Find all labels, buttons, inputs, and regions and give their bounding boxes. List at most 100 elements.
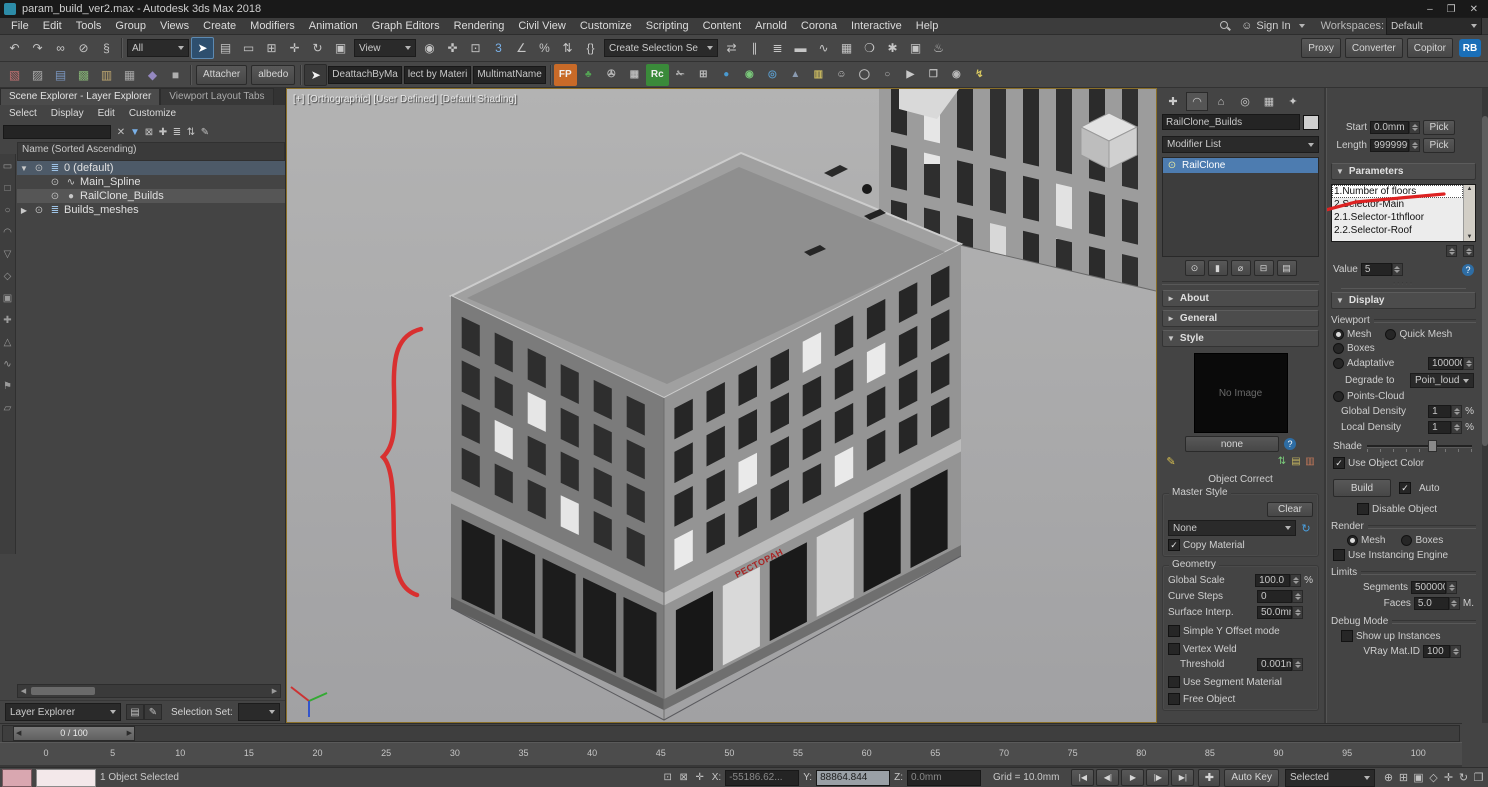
- layer-list-icon[interactable]: ≣: [170, 126, 184, 138]
- parameter-list-item[interactable]: 2.1.Selector-1thfloor: [1332, 211, 1463, 224]
- mesh-radio[interactable]: [1333, 329, 1344, 340]
- expand-arrow-icon[interactable]: ▼: [19, 164, 29, 173]
- zoom-region-icon[interactable]: ◇: [1426, 772, 1441, 784]
- minimize-button[interactable]: –: [1427, 4, 1433, 15]
- previous-frame-button[interactable]: ◀|: [1096, 769, 1119, 786]
- menu-item[interactable]: Create: [196, 19, 243, 33]
- local-density-spinner[interactable]: 1: [1428, 421, 1462, 434]
- select-by-name-icon[interactable]: ▤: [214, 37, 237, 59]
- simple-y-offset-checkbox[interactable]: [1168, 625, 1180, 637]
- forest-tree-icon[interactable]: ♣: [577, 64, 600, 86]
- rb-button[interactable]: RB: [1459, 39, 1481, 57]
- style-map-button[interactable]: none: [1185, 436, 1279, 452]
- shade-slider-handle[interactable]: [1428, 440, 1437, 452]
- layer-explorer-toggle-icon[interactable]: ≣: [766, 37, 789, 59]
- sign-in-button[interactable]: ☺ Sign In: [1241, 20, 1304, 32]
- orbit-icon[interactable]: ↻: [1456, 772, 1471, 784]
- display-toggle-icon-7[interactable]: ▣: [1, 292, 15, 304]
- viewport[interactable]: РЕСТОРАН [+] [Orthographic] [User Define…: [286, 88, 1157, 723]
- explorer-edit-icon[interactable]: ✎: [144, 704, 162, 720]
- person-icon[interactable]: ☺: [830, 64, 853, 86]
- menu-item[interactable]: Customize: [573, 19, 639, 33]
- start-pick-button[interactable]: Pick: [1423, 120, 1455, 135]
- named-selection-sets-icon[interactable]: {}: [579, 37, 602, 59]
- menu-item[interactable]: Graph Editors: [365, 19, 447, 33]
- parameters-help-icon[interactable]: ?: [1462, 264, 1474, 276]
- select-and-scale-icon[interactable]: ▣: [329, 37, 352, 59]
- use-segment-material-checkbox[interactable]: [1168, 676, 1180, 688]
- use-pivot-point-icon[interactable]: ◉: [418, 37, 441, 59]
- zoom-extents-icon[interactable]: ▣: [1411, 772, 1426, 784]
- configure-modifier-sets-icon[interactable]: ▤: [1277, 260, 1297, 276]
- style-sync-icon[interactable]: ⇅: [1275, 455, 1289, 467]
- points-cloud-radio[interactable]: [1333, 391, 1344, 402]
- time-slider-track[interactable]: ◀ 0 / 100 ▶: [2, 725, 1460, 742]
- menu-item[interactable]: Civil View: [511, 19, 572, 33]
- value-spinner[interactable]: 5: [1361, 263, 1403, 276]
- explorer-menu-item[interactable]: Edit: [91, 107, 122, 120]
- clear-search-icon[interactable]: ✕: [114, 126, 128, 138]
- reference-coordinate-dropdown[interactable]: View: [354, 39, 416, 57]
- menu-item[interactable]: Scripting: [639, 19, 696, 33]
- motion-tab-icon[interactable]: ◎: [1234, 92, 1256, 111]
- menu-item[interactable]: Rendering: [447, 19, 512, 33]
- cut-tool-icon[interactable]: ✁: [669, 64, 692, 86]
- maxscript-listener-line[interactable]: [36, 769, 96, 787]
- global-density-spinner[interactable]: 1: [1428, 405, 1462, 418]
- render-production-icon[interactable]: ♨: [927, 37, 950, 59]
- select-and-link-icon[interactable]: ∞: [49, 37, 72, 59]
- visibility-eye-icon[interactable]: ⊙: [48, 176, 62, 188]
- converter-button[interactable]: Converter: [1345, 38, 1403, 58]
- sort-header[interactable]: Name (Sorted Ascending): [17, 142, 285, 161]
- vray-matid-spinner[interactable]: 100: [1423, 645, 1461, 658]
- style-help-icon[interactable]: ?: [1284, 438, 1296, 450]
- workspace-dropdown[interactable]: Default: [1386, 17, 1482, 35]
- lightning-icon[interactable]: ↯: [968, 64, 991, 86]
- search-icon[interactable]: [1220, 21, 1231, 32]
- maximize-button[interactable]: ❐: [1447, 4, 1456, 15]
- explorer-search-input[interactable]: [3, 125, 111, 139]
- time-slider-handle[interactable]: ◀ 0 / 100 ▶: [13, 726, 135, 741]
- adaptative-radio[interactable]: [1333, 358, 1344, 369]
- surface-interp-spinner[interactable]: 50.0mm: [1257, 606, 1303, 619]
- display-toggle-icon-5[interactable]: ▽: [1, 248, 15, 260]
- pan-icon[interactable]: ✛: [1441, 772, 1456, 784]
- hammer-icon[interactable]: ✇: [600, 64, 623, 86]
- y-coordinate-field[interactable]: 88864.844: [816, 770, 890, 786]
- deattach-by-material-button[interactable]: DeattachByMa: [328, 66, 402, 84]
- make-unique-icon[interactable]: ⌀: [1231, 260, 1251, 276]
- plugin-icon-2[interactable]: ▨: [26, 64, 49, 86]
- build-button[interactable]: Build: [1333, 479, 1391, 497]
- plugin-icon-1[interactable]: ▧: [3, 64, 26, 86]
- display-toggle-icon-3[interactable]: ○: [1, 204, 15, 216]
- redo-icon[interactable]: ↷: [26, 37, 49, 59]
- object-name-field[interactable]: RailClone_Builds: [1162, 114, 1300, 130]
- copy-material-checkbox[interactable]: ✓: [1168, 539, 1180, 551]
- grid-array-icon[interactable]: ▦: [623, 64, 646, 86]
- chart-icon[interactable]: ▥: [807, 64, 830, 86]
- explorer-menu-item[interactable]: Display: [44, 107, 91, 120]
- sort-icon[interactable]: ⇅: [184, 126, 198, 138]
- hierarchy-tab-icon[interactable]: ⌂: [1210, 92, 1232, 111]
- previous-frame-cap-icon[interactable]: ◀: [16, 729, 21, 737]
- segments-spinner[interactable]: 500000: [1411, 581, 1457, 594]
- explorer-menu-item[interactable]: Customize: [122, 107, 183, 120]
- remove-modifier-icon[interactable]: ⊟: [1254, 260, 1274, 276]
- play-button[interactable]: ▶: [1121, 769, 1144, 786]
- table-icon[interactable]: ⊞: [692, 64, 715, 86]
- menu-item[interactable]: Arnold: [748, 19, 794, 33]
- render-mesh-radio[interactable]: [1347, 535, 1358, 546]
- modifier-list-dropdown[interactable]: Modifier List: [1162, 136, 1319, 153]
- reorder-up-icon[interactable]: [1446, 245, 1457, 257]
- viewport-label[interactable]: [+] [Orthographic] [User Defined] [Defau…: [293, 94, 517, 105]
- isolate-selection-icon[interactable]: ⊡: [660, 772, 676, 784]
- scroll-up-icon[interactable]: ▲: [1467, 186, 1473, 192]
- select-and-manipulate-icon[interactable]: ✜: [441, 37, 464, 59]
- spinner-snap-icon[interactable]: ⇅: [556, 37, 579, 59]
- ring-icon[interactable]: ○: [876, 64, 899, 86]
- fp-icon[interactable]: FP: [554, 64, 577, 86]
- select-and-rotate-icon[interactable]: ↻: [306, 37, 329, 59]
- pointer-tool-icon[interactable]: ➤: [304, 64, 327, 86]
- modifier-stack-item-railclone[interactable]: ⊙ RailClone: [1163, 158, 1318, 173]
- tab-scene-explorer[interactable]: Scene Explorer - Layer Explorer: [0, 88, 160, 105]
